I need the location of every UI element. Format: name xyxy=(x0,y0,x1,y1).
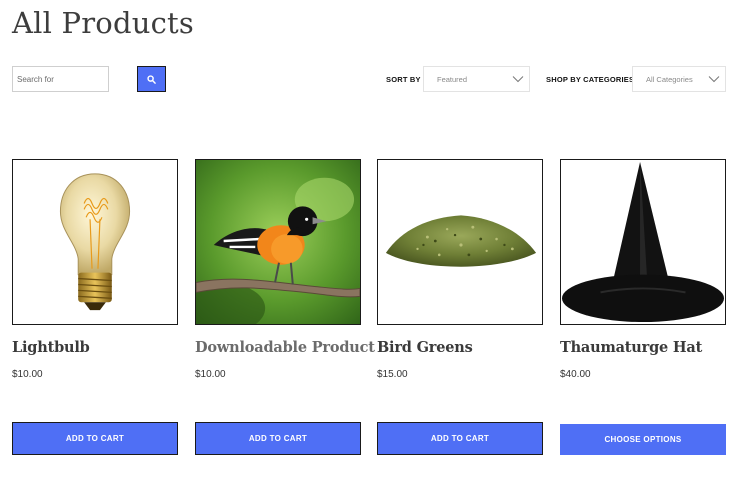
product-card: Lightbulb $10.00 ADD TO CART xyxy=(12,159,178,455)
product-image[interactable] xyxy=(12,159,178,325)
lightbulb-image xyxy=(59,173,131,311)
category-select-value: All Categories xyxy=(646,74,693,84)
product-image[interactable] xyxy=(560,159,726,325)
product-image[interactable] xyxy=(195,159,361,325)
sort-select-value: Featured xyxy=(437,74,468,84)
product-price: $40.00 xyxy=(560,369,591,380)
chevron-down-icon xyxy=(512,76,524,83)
chevron-down-icon xyxy=(708,76,720,83)
add-to-cart-button[interactable]: ADD TO CART xyxy=(12,422,178,455)
witch-hat-image xyxy=(561,161,725,323)
dried-greens-image xyxy=(385,215,537,267)
sort-label: SORT BY xyxy=(386,75,421,84)
page-title: All Products xyxy=(12,6,194,40)
sort-select[interactable]: Featured xyxy=(423,66,530,92)
add-to-cart-button[interactable]: ADD TO CART xyxy=(377,422,543,455)
oriole-bird-image xyxy=(196,160,360,324)
product-image[interactable] xyxy=(377,159,543,325)
search-icon xyxy=(147,74,156,84)
category-select[interactable]: All Categories xyxy=(632,66,726,92)
product-card: Thaumaturge Hat $40.00 CHOOSE OPTIONS xyxy=(560,159,726,455)
product-price: $10.00 xyxy=(12,369,43,380)
product-card: Downloadable Product $10.00 ADD TO CART xyxy=(195,159,375,455)
add-to-cart-button[interactable]: ADD TO CART xyxy=(195,422,361,455)
product-price: $15.00 xyxy=(377,369,408,380)
search-button[interactable] xyxy=(137,66,166,92)
product-title[interactable]: Bird Greens xyxy=(377,339,543,356)
category-label: SHOP BY CATEGORIES xyxy=(546,75,635,84)
product-card: Bird Greens $15.00 ADD TO CART xyxy=(377,159,543,455)
product-title[interactable]: Downloadable Product xyxy=(195,339,375,356)
search-input[interactable] xyxy=(12,66,109,92)
product-title[interactable]: Lightbulb xyxy=(12,339,178,356)
choose-options-button[interactable]: CHOOSE OPTIONS xyxy=(560,424,726,455)
product-price: $10.00 xyxy=(195,369,226,380)
product-title[interactable]: Thaumaturge Hat xyxy=(560,339,726,356)
